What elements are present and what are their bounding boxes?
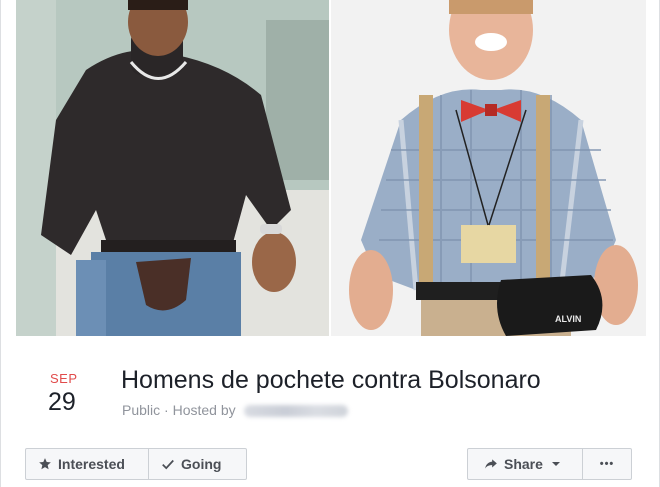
more-icon: ••• <box>599 458 615 470</box>
more-options-button[interactable]: ••• <box>583 448 632 480</box>
going-button[interactable]: Going <box>149 448 247 480</box>
star-icon <box>38 457 52 471</box>
interested-label: Interested <box>58 456 125 472</box>
event-card: ALVIN SEP 29 Homens de pochete contra Bo… <box>0 0 660 487</box>
meta-separator: · <box>164 402 173 418</box>
rsvp-button-group: Interested Going <box>25 448 247 480</box>
chevron-down-icon <box>549 457 563 471</box>
interested-button[interactable]: Interested <box>25 448 149 480</box>
going-label: Going <box>181 456 222 472</box>
share-button-group: Share ••• <box>467 448 632 480</box>
hosted-by-label: Hosted by <box>172 402 236 418</box>
share-label: Share <box>504 456 543 472</box>
event-date-month: SEP <box>50 371 78 386</box>
check-icon <box>161 457 175 471</box>
event-info: SEP 29 Homens de pochete contra Bolsonar… <box>16 336 646 487</box>
event-title[interactable]: Homens de pochete contra Bolsonaro <box>121 366 541 395</box>
host-name-redacted[interactable] <box>243 405 348 418</box>
event-privacy: Public <box>122 402 161 418</box>
share-arrow-icon <box>484 457 498 471</box>
event-date-day: 29 <box>48 388 76 416</box>
cover-photo-right: ALVIN <box>331 0 646 336</box>
event-meta: Public · Hosted by <box>122 402 348 418</box>
share-button[interactable]: Share <box>467 448 583 480</box>
bag-label: ALVIN <box>555 314 581 324</box>
cover-photo-left <box>16 0 329 336</box>
event-cover-photo[interactable]: ALVIN <box>16 0 646 336</box>
